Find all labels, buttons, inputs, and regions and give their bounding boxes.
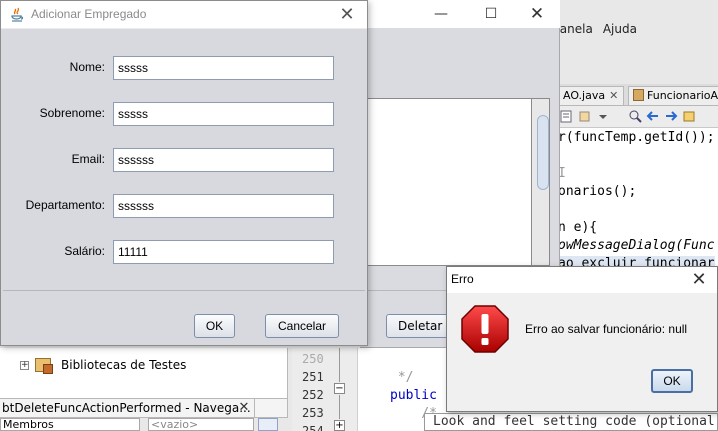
salario-label: Salário: bbox=[64, 244, 105, 258]
form-row-departamento: Departamento: bbox=[1, 194, 367, 218]
email-label: Email: bbox=[71, 152, 105, 166]
fold-guide bbox=[339, 395, 340, 419]
history-icon[interactable] bbox=[560, 110, 574, 123]
error-icon bbox=[461, 305, 509, 353]
navigator-tab-strip bbox=[254, 398, 288, 418]
code-line: public bbox=[390, 388, 437, 403]
navigator-title[interactable]: btDeleteFuncActionPerformed - Navega... bbox=[0, 398, 260, 418]
close-icon[interactable]: ✕ bbox=[335, 3, 359, 27]
sobrenome-label: Sobrenome: bbox=[39, 106, 105, 120]
nome-label: Nome: bbox=[69, 60, 105, 74]
dropdown-icon[interactable] bbox=[596, 110, 610, 123]
dialog-divider bbox=[3, 290, 365, 291]
line-number: 250 bbox=[302, 352, 324, 366]
maximize-icon[interactable]: ☐ bbox=[468, 0, 514, 28]
find-icon[interactable] bbox=[628, 110, 642, 123]
close-icon[interactable]: ✕ bbox=[514, 0, 560, 28]
form-row-email: Email: bbox=[1, 148, 367, 172]
tab-funcionario-add[interactable]: FuncionarioAdd bbox=[628, 86, 718, 105]
code-line: n e){ bbox=[558, 220, 598, 235]
find-previous-icon[interactable] bbox=[646, 110, 660, 123]
error-dialog: Erro ✕ Erro ao salvar funcionário: null … bbox=[446, 266, 718, 412]
java-icon bbox=[11, 7, 24, 22]
filter-button[interactable] bbox=[258, 418, 278, 431]
close-icon[interactable]: ✕ bbox=[236, 399, 252, 417]
editor-tabs: AO.java✕ FuncionarioAdd bbox=[540, 84, 718, 106]
departamento-label: Departamento: bbox=[25, 198, 105, 212]
folded-code-block[interactable]: Look and feel setting code (optional bbox=[424, 413, 718, 431]
scrollbar-thumb[interactable] bbox=[537, 115, 549, 190]
menu-item-janela[interactable]: Janela bbox=[556, 22, 593, 42]
tree-item-label: Bibliotecas de Testes bbox=[61, 358, 187, 372]
form-row-nome: Nome: bbox=[1, 56, 367, 80]
dialog-title: Adicionar Empregado bbox=[31, 7, 147, 21]
ok-button[interactable]: OK bbox=[194, 314, 235, 338]
form-row-salario: Salário: bbox=[1, 240, 367, 264]
editor-toolbar bbox=[540, 106, 718, 128]
menu-item-ajuda[interactable]: Ajuda bbox=[603, 22, 637, 42]
close-icon[interactable]: ✕ bbox=[687, 268, 711, 292]
tab-dao-java[interactable]: AO.java ✕ bbox=[558, 86, 624, 105]
fold-guide bbox=[339, 348, 340, 382]
expand-icon[interactable]: + bbox=[20, 360, 29, 370]
tab-label: AO.java bbox=[563, 89, 606, 102]
cancel-button[interactable]: Cancelar bbox=[265, 314, 339, 338]
line-number: 252 bbox=[302, 388, 324, 402]
code-line: r(funcTemp.getId()); bbox=[558, 130, 715, 145]
error-message: Erro ao salvar funcionário: null bbox=[525, 322, 688, 336]
find-next-icon[interactable] bbox=[664, 110, 678, 123]
form-row-sobrenome: Sobrenome: bbox=[1, 102, 367, 126]
add-employee-dialog: Adicionar Empregado ✕ Nome: Sobrenome: E… bbox=[0, 0, 368, 346]
dialog-titlebar: Adicionar Empregado ✕ bbox=[1, 1, 367, 29]
email-input[interactable] bbox=[113, 148, 334, 172]
java-file-icon bbox=[633, 89, 644, 101]
error-dialog-titlebar: Erro ✕ bbox=[447, 267, 717, 293]
sobrenome-input[interactable] bbox=[113, 102, 334, 126]
code-line: onarios(); bbox=[558, 184, 637, 199]
tab-label: FuncionarioAdd bbox=[647, 89, 718, 102]
close-icon[interactable]: ✕ bbox=[609, 89, 618, 102]
code-editor[interactable]: r(funcTemp.getId()); I onarios(); n e){ … bbox=[540, 128, 718, 268]
departamento-input[interactable] bbox=[113, 194, 334, 218]
library-folder-icon bbox=[35, 358, 53, 374]
salario-input[interactable] bbox=[113, 240, 334, 264]
code-line: */ bbox=[390, 370, 414, 385]
project-tree: + Bibliotecas de Testes bbox=[0, 348, 288, 398]
error-dialog-title: Erro bbox=[451, 272, 474, 286]
line-number: 251 bbox=[302, 370, 324, 384]
minimize-icon[interactable]: — bbox=[418, 0, 464, 28]
code-line: owMessageDialog(Func bbox=[558, 238, 715, 253]
empty-filter-select[interactable]: <vazio> bbox=[148, 418, 254, 431]
line-number: 254 bbox=[302, 424, 324, 431]
last-edit-icon[interactable] bbox=[578, 110, 592, 123]
nome-input[interactable] bbox=[113, 56, 334, 80]
line-number: 253 bbox=[302, 406, 324, 420]
collapse-icon[interactable]: − bbox=[334, 383, 345, 394]
employee-table[interactable] bbox=[366, 98, 532, 266]
error-ok-button[interactable]: OK bbox=[651, 369, 693, 393]
toggle-highlight-icon[interactable] bbox=[682, 110, 696, 123]
main-window-titlebar: — ☐ ✕ bbox=[360, 0, 560, 28]
expand-icon[interactable]: + bbox=[334, 420, 345, 431]
tree-item-test-libraries[interactable]: + Bibliotecas de Testes bbox=[20, 358, 187, 374]
members-filter-select[interactable]: Membros bbox=[0, 418, 140, 431]
